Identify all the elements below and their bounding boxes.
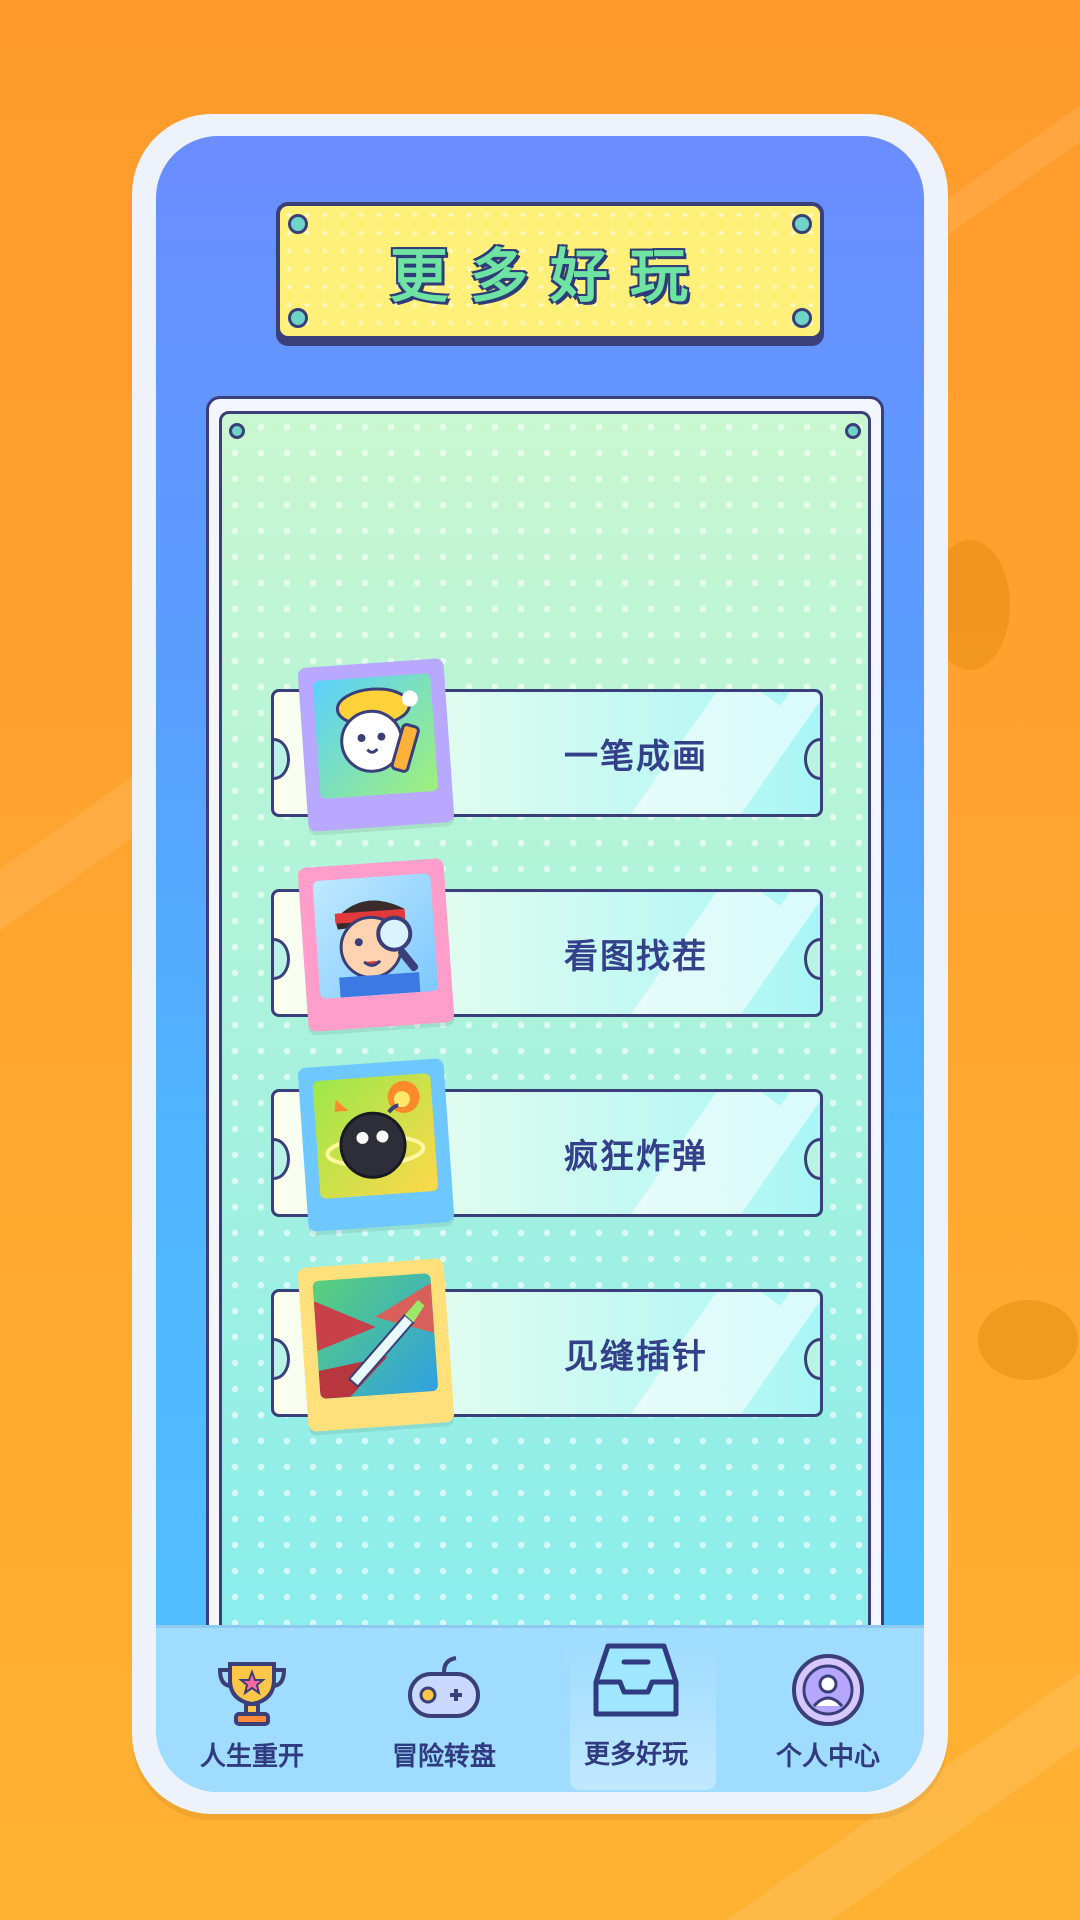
magnifier-boy-icon xyxy=(312,873,439,999)
game-thumbnail[interactable] xyxy=(297,858,455,1032)
page-title: 更多好玩 xyxy=(389,242,710,310)
cat-builder-icon xyxy=(312,673,439,799)
game-thumbnail[interactable] xyxy=(297,1058,455,1232)
card-notch xyxy=(274,738,290,780)
user-profile-icon xyxy=(788,1650,868,1730)
screw-icon xyxy=(229,423,245,439)
card-notch xyxy=(804,938,820,980)
game-card-fengkuangzhadan[interactable]: 疯狂炸弹 xyxy=(271,1058,823,1232)
game-card-kantuzhaocha[interactable]: 看图找茬 xyxy=(271,858,823,1032)
bottom-tab-bar: 人生重开 冒险转盘 更多好玩 个人中心 xyxy=(156,1625,924,1792)
card-notch xyxy=(804,738,820,780)
tab-label: 人生重开 xyxy=(199,1742,304,1772)
screw-icon xyxy=(845,423,861,439)
games-board-inner xyxy=(219,411,871,1719)
tab-rensheng-chongkai[interactable]: 人生重开 xyxy=(156,1628,348,1792)
tab-geren-zhongxin[interactable]: 个人中心 xyxy=(732,1628,924,1792)
title-plaque: 更多好玩 xyxy=(276,202,824,340)
tab-label: 冒险转盘 xyxy=(391,1742,496,1772)
gamepad-icon xyxy=(404,1650,484,1730)
inbox-tray-icon xyxy=(588,1632,684,1728)
game-label[interactable]: 疯狂炸弹 xyxy=(471,1089,801,1217)
game-label[interactable]: 看图找茬 xyxy=(471,889,801,1017)
knife-slice-icon xyxy=(312,1273,439,1399)
game-thumbnail[interactable] xyxy=(297,1258,455,1432)
game-card-yibichenghua[interactable]: 一笔成画 xyxy=(271,658,823,832)
card-notch xyxy=(274,1138,290,1180)
tab-label: 个人中心 xyxy=(775,1742,880,1772)
bomb-icon xyxy=(312,1073,439,1199)
trophy-icon xyxy=(212,1650,292,1730)
card-notch xyxy=(274,1338,290,1380)
game-card-jianfengchazhen[interactable]: 见缝插针 xyxy=(271,1258,823,1432)
tab-gengduo-haowan[interactable]: 更多好玩 xyxy=(540,1628,732,1792)
app-screen: 更多好玩 一笔成画 看图找茬 疯狂炸弹 见缝插针 人生重开 冒险转盘 更多好玩 … xyxy=(156,136,924,1792)
game-label[interactable]: 一笔成画 xyxy=(471,689,801,817)
card-notch xyxy=(804,1338,820,1380)
tab-maoxian-zhuanpan[interactable]: 冒险转盘 xyxy=(348,1628,540,1792)
tab-label: 更多好玩 xyxy=(583,1740,688,1770)
card-notch xyxy=(274,938,290,980)
bg-blob xyxy=(978,1300,1078,1380)
phone-frame: 更多好玩 一笔成画 看图找茬 疯狂炸弹 见缝插针 人生重开 冒险转盘 更多好玩 … xyxy=(132,114,948,1814)
game-label[interactable]: 见缝插针 xyxy=(471,1289,801,1417)
games-board: 一笔成画 看图找茬 疯狂炸弹 见缝插针 xyxy=(206,396,884,1719)
card-notch xyxy=(804,1138,820,1180)
game-thumbnail[interactable] xyxy=(297,658,455,832)
